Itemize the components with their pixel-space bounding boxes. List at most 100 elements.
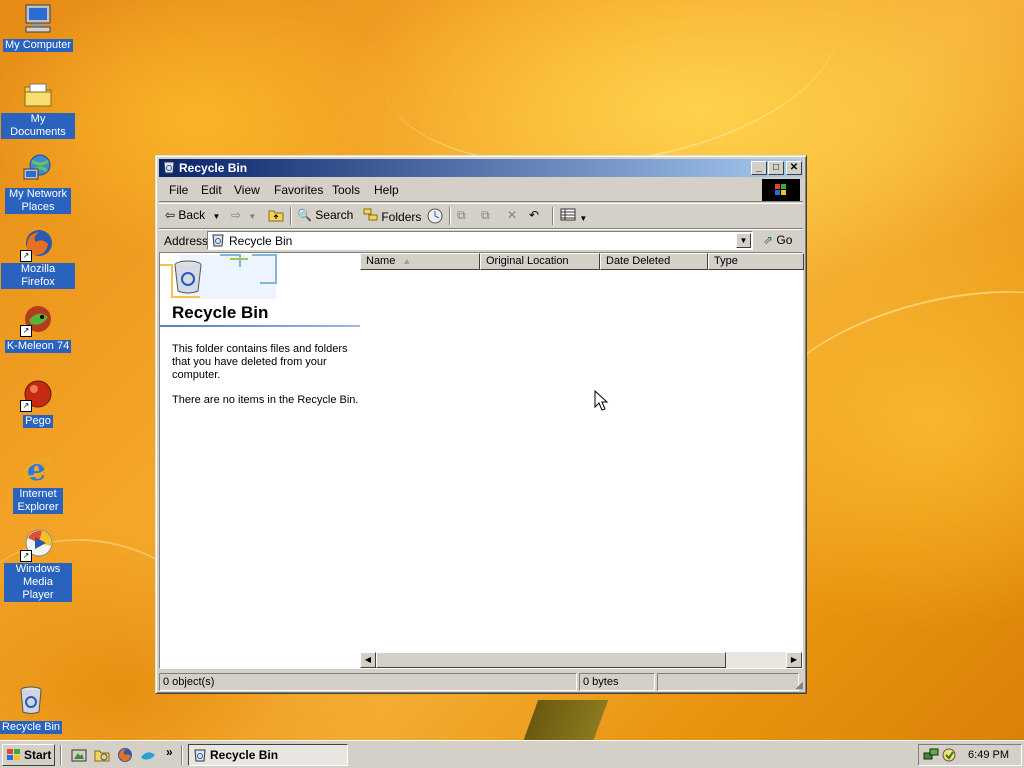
desktop-icon-pego[interactable]: ↗ Pego bbox=[1, 378, 75, 428]
menu-help[interactable]: Help bbox=[374, 183, 399, 197]
menu-view[interactable]: View bbox=[234, 183, 260, 197]
back-button[interactable]: ⇦ Back ▼ bbox=[165, 208, 220, 222]
security-tray-icon[interactable] bbox=[941, 747, 957, 766]
address-value: Recycle Bin bbox=[229, 234, 293, 248]
close-icon: ✕ bbox=[789, 162, 799, 173]
kmeleon-icon: ↗ bbox=[20, 303, 54, 337]
go-button[interactable]: ⇗ Go bbox=[763, 233, 792, 247]
menu-tools[interactable]: Tools bbox=[332, 183, 360, 197]
shortcut-arrow-icon: ↗ bbox=[20, 325, 32, 337]
shortcut-arrow-icon: ↗ bbox=[20, 550, 32, 562]
column-header-label: Name bbox=[366, 255, 396, 267]
recycle-bin-icon bbox=[15, 684, 47, 716]
copy-to-button[interactable]: ⧉ bbox=[481, 208, 490, 223]
wallpaper-stem bbox=[521, 700, 609, 745]
menu-favorites[interactable]: Favorites bbox=[274, 183, 323, 197]
history-icon bbox=[427, 208, 443, 224]
chevron-down-icon: ▼ bbox=[579, 214, 588, 223]
undo-button[interactable]: ↶ bbox=[529, 208, 539, 222]
column-header-name[interactable]: Name ▲ bbox=[360, 253, 480, 270]
start-label: Start bbox=[24, 748, 52, 762]
folder-icon bbox=[22, 78, 54, 110]
kmeleon-quicklaunch-icon[interactable] bbox=[140, 747, 156, 763]
desktop-icon-label: Internet Explorer bbox=[13, 488, 63, 514]
ie-icon: e bbox=[22, 453, 54, 488]
desktop-icon-my-network-places[interactable]: My Network Places bbox=[1, 153, 75, 214]
recycle-bin-window[interactable]: Recycle Bin _ □ ✕ File Edit View Favorit… bbox=[155, 155, 807, 694]
desktop-icon-mozilla-firefox[interactable]: ↗ Mozilla Firefox bbox=[1, 228, 75, 289]
chevron-down-icon: ▼ bbox=[248, 212, 257, 221]
desktop-icon-label: Mozilla Firefox bbox=[1, 263, 75, 289]
menu-edit[interactable]: Edit bbox=[201, 183, 222, 197]
delete-x-icon: ✕ bbox=[507, 208, 518, 222]
desktop-icon-internet-explorer[interactable]: e Internet Explorer bbox=[1, 453, 75, 514]
desktop-icon-label: My Computer bbox=[2, 39, 74, 52]
close-button[interactable]: ✕ bbox=[786, 161, 802, 175]
pego-icon: ↗ bbox=[20, 378, 54, 412]
status-objects-text: 0 object(s) bbox=[163, 676, 215, 688]
views-button[interactable]: ▼ bbox=[560, 208, 587, 224]
status-size: 0 bytes bbox=[579, 673, 655, 691]
mouse-cursor-icon bbox=[594, 390, 609, 411]
task-separator bbox=[181, 745, 183, 765]
svg-text:e: e bbox=[27, 453, 46, 485]
start-button[interactable]: Start bbox=[2, 744, 55, 766]
desktop-icon-my-computer[interactable]: My Computer bbox=[1, 2, 75, 52]
address-dropdown-button[interactable]: ▼ bbox=[736, 233, 751, 248]
minimize-button[interactable]: _ bbox=[751, 161, 767, 175]
history-button[interactable] bbox=[427, 208, 443, 227]
toolbar-separator bbox=[290, 207, 292, 225]
show-desktop-icon[interactable] bbox=[71, 747, 87, 763]
column-header-original-location[interactable]: Original Location bbox=[480, 253, 600, 270]
status-zone bbox=[657, 673, 799, 691]
scroll-left-button[interactable]: ◀ bbox=[360, 652, 376, 668]
recycle-bin-icon bbox=[162, 160, 176, 174]
search-icon: 🔍 bbox=[297, 208, 312, 222]
recycle-bin-icon bbox=[194, 749, 206, 762]
horizontal-scrollbar[interactable]: ◀ ▶ bbox=[360, 652, 802, 668]
desktop-icon-windows-media-player[interactable]: ↗ Windows Media Player bbox=[1, 528, 75, 602]
quicklaunch-chevron-icon[interactable]: » bbox=[166, 745, 173, 759]
folders-icon bbox=[363, 208, 378, 221]
address-field[interactable]: Recycle Bin ▼ bbox=[207, 231, 753, 250]
search-button[interactable]: 🔍 Search bbox=[297, 208, 353, 222]
desktop-icon-recycle-bin[interactable]: Recycle Bin bbox=[0, 684, 68, 734]
toolbar-separator bbox=[552, 207, 554, 225]
desktop-icon-k-meleon[interactable]: ↗ K-Meleon 74 bbox=[1, 303, 75, 353]
recycle-bin-banner-graphic bbox=[160, 254, 277, 299]
toolbar-separator bbox=[449, 207, 451, 225]
folders-label: Folders bbox=[381, 210, 422, 224]
explorer-quicklaunch-icon[interactable] bbox=[94, 747, 110, 763]
column-header-type[interactable]: Type bbox=[708, 253, 804, 270]
taskbar: Start » Recycle Bin 6:49 PM bbox=[0, 740, 1024, 768]
chevron-down-icon: ▼ bbox=[212, 212, 221, 221]
up-folder-button[interactable] bbox=[268, 208, 284, 225]
address-bar: Address Recycle Bin ▼ ⇗ Go bbox=[159, 229, 803, 252]
network-tray-icon[interactable] bbox=[923, 747, 939, 766]
firefox-quicklaunch-icon[interactable] bbox=[117, 747, 133, 763]
pane-description: This folder contains files and folders t… bbox=[172, 343, 348, 381]
delete-button[interactable]: ✕ bbox=[507, 208, 517, 222]
folder-content[interactable]: Recycle Bin This folder contains files a… bbox=[159, 252, 804, 669]
desktop-icon-my-documents[interactable]: My Documents bbox=[1, 78, 75, 139]
go-label: Go bbox=[776, 233, 793, 247]
go-arrow-icon: ⇗ bbox=[763, 233, 774, 247]
window-titlebar[interactable]: Recycle Bin _ □ ✕ bbox=[159, 159, 803, 177]
forward-button[interactable]: ⇨ ▼ bbox=[231, 208, 256, 222]
move-to-icon: ⧉ bbox=[457, 208, 466, 222]
menu-file[interactable]: File bbox=[169, 183, 188, 197]
taskbar-button-recycle-bin[interactable]: Recycle Bin bbox=[188, 744, 348, 766]
scroll-thumb[interactable] bbox=[376, 652, 726, 668]
desktop-icon-label: Pego bbox=[23, 415, 53, 428]
scroll-right-button[interactable]: ▶ bbox=[786, 652, 802, 668]
forward-arrow-icon: ⇨ bbox=[231, 208, 242, 222]
window-title: Recycle Bin bbox=[179, 161, 248, 175]
resize-grip-icon[interactable]: ◢ bbox=[795, 680, 803, 691]
firefox-icon: ↗ bbox=[20, 228, 54, 262]
system-tray: 6:49 PM bbox=[918, 744, 1022, 766]
maximize-button[interactable]: □ bbox=[768, 161, 784, 175]
folders-button[interactable]: Folders bbox=[363, 208, 421, 224]
network-icon bbox=[22, 153, 54, 185]
move-to-button[interactable]: ⧉ bbox=[457, 208, 466, 223]
column-header-date-deleted[interactable]: Date Deleted bbox=[600, 253, 708, 270]
